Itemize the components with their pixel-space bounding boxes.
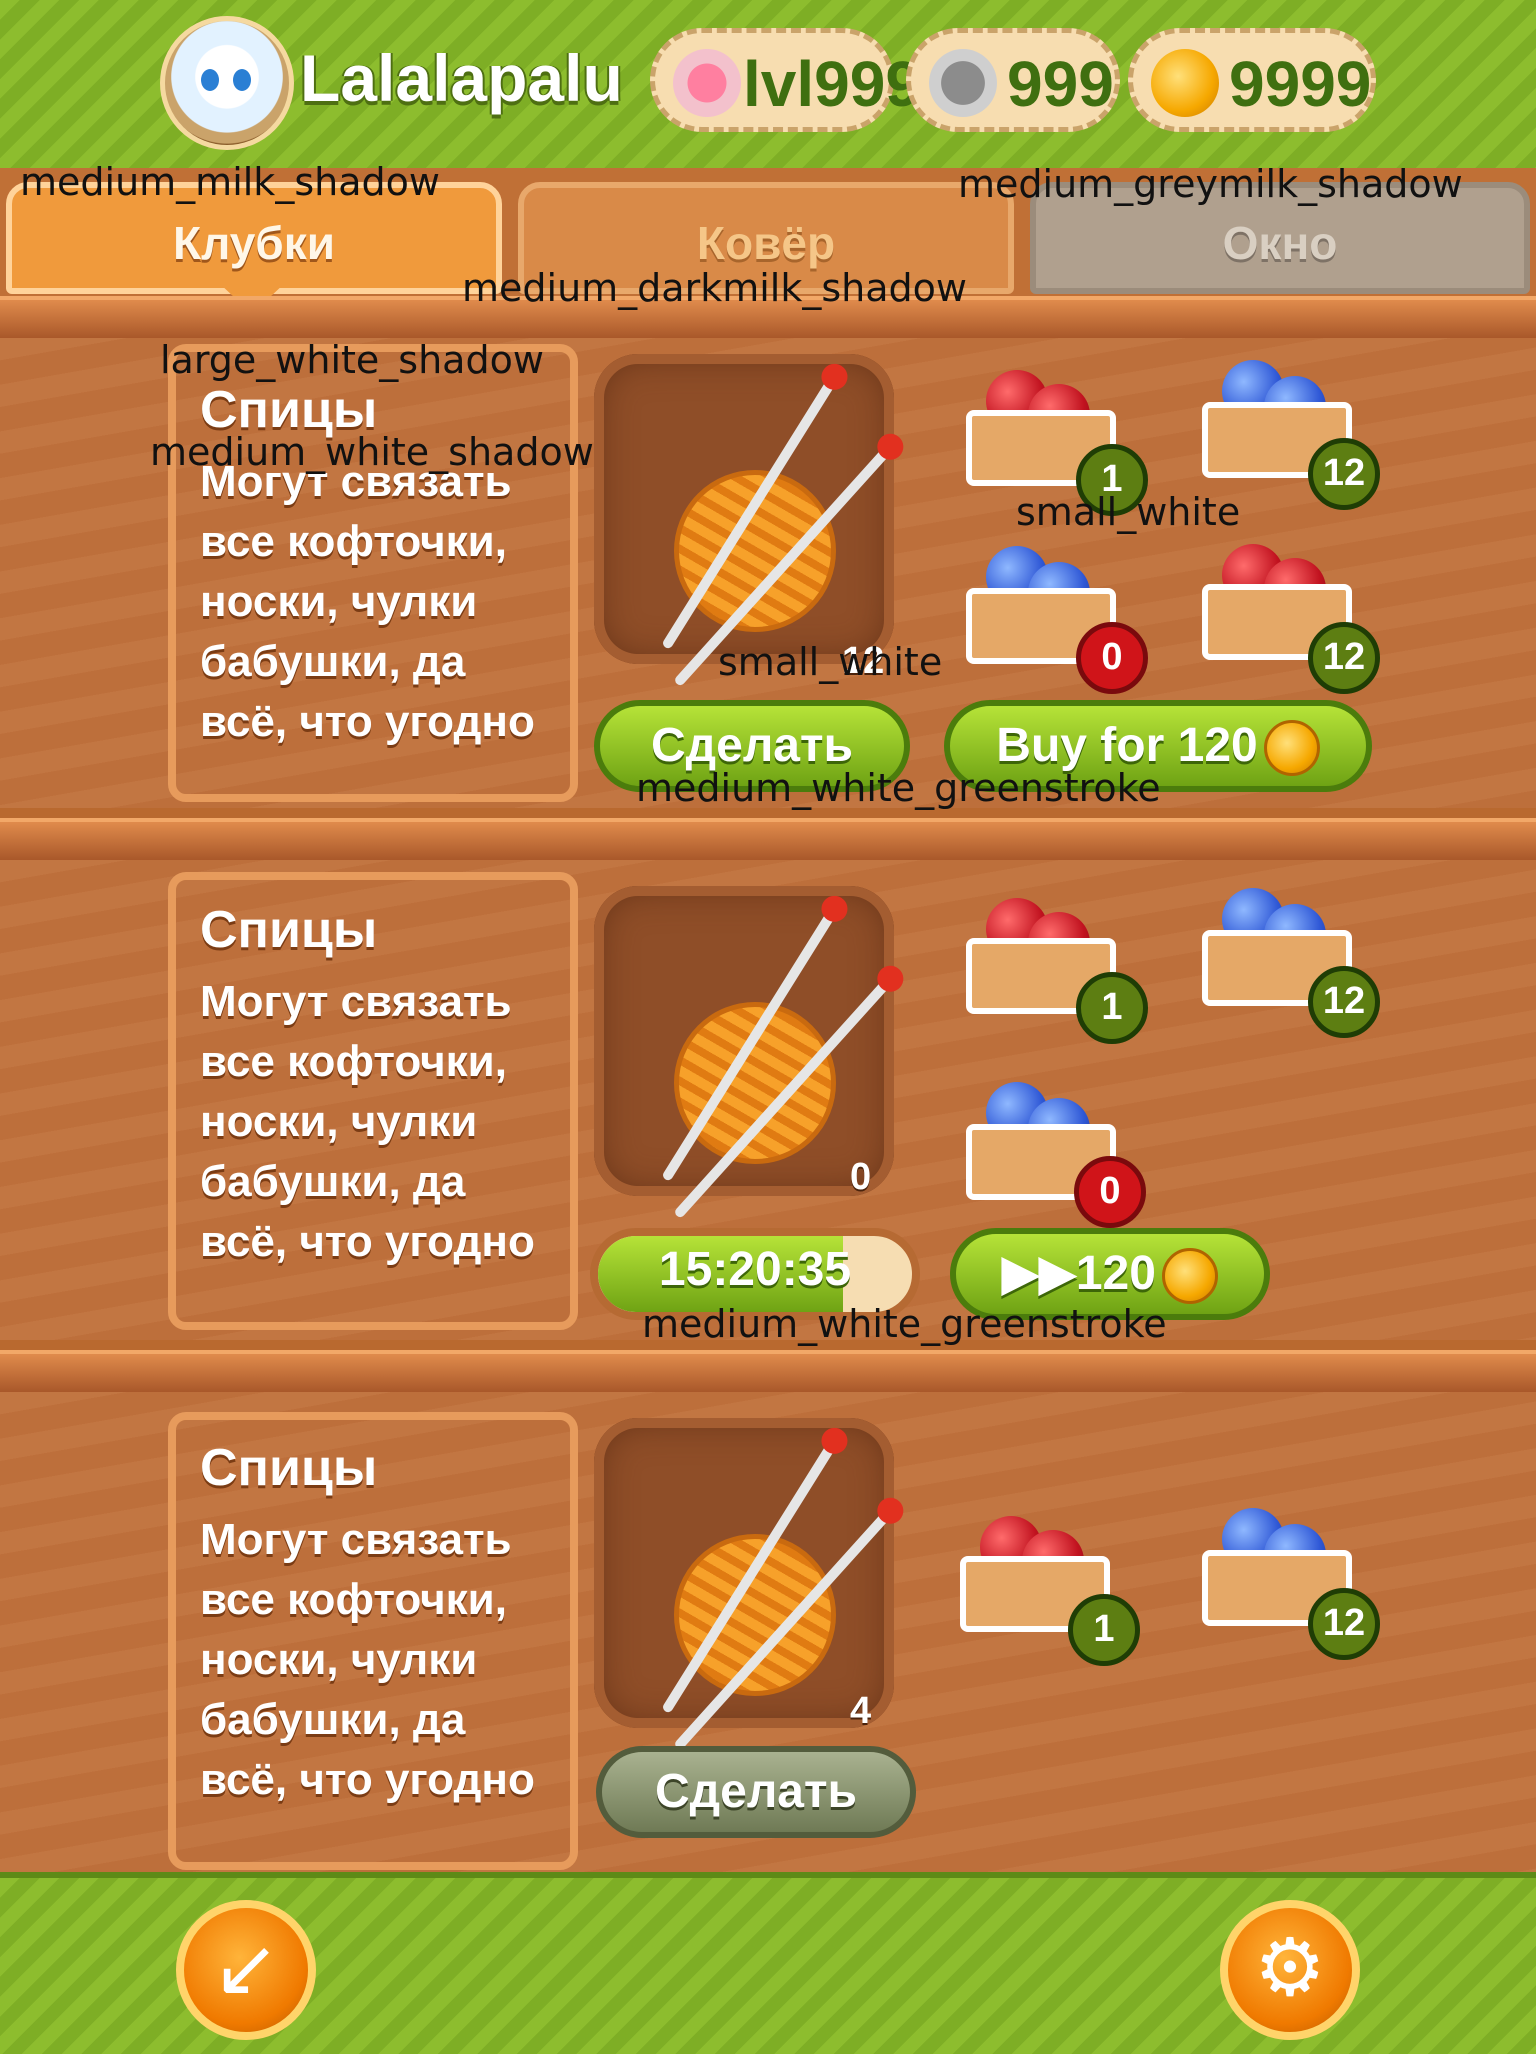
- material-red-yarn[interactable]: 12: [1192, 524, 1380, 694]
- description-line: все кофточки,: [200, 1575, 507, 1624]
- make-button-disabled[interactable]: Сделать: [596, 1746, 916, 1838]
- avatar[interactable]: [160, 16, 294, 150]
- material-blue-mouse[interactable]: 12: [1192, 870, 1380, 1038]
- description-line: бабушки, да: [200, 1157, 466, 1206]
- mouse-icon: [929, 49, 997, 117]
- overlay-label-slotcount: small_white: [718, 640, 943, 684]
- recipe-card: Спицы Могут связать все кофточки, носки,…: [0, 860, 1536, 1340]
- shelf-divider: [0, 1350, 1536, 1396]
- username: Lalalapalu: [300, 41, 623, 115]
- material-blue-mouse[interactable]: 0: [956, 1064, 1146, 1228]
- material-count-badge: 12: [1308, 966, 1380, 1038]
- description-line: Могут связать: [200, 1515, 512, 1564]
- back-button[interactable]: ↙: [176, 1900, 316, 2040]
- description-line: всё, что угодно: [200, 697, 535, 746]
- recipe-title: Спицы: [200, 901, 378, 959]
- tab-label: Окно: [1222, 217, 1338, 269]
- material-blue-mouse[interactable]: 12: [1192, 1490, 1380, 1660]
- back-arrow-icon: ↙: [212, 1921, 280, 2014]
- material-count-badge: 12: [1308, 1588, 1380, 1660]
- overlay-label-button2: medium_white_greenstroke: [642, 1302, 1167, 1346]
- coin-icon: [1151, 49, 1219, 117]
- top-bar: Lalalapalu lvl999 999 9999: [0, 0, 1536, 174]
- overlay-label-badge: small_white: [1016, 490, 1241, 534]
- description-line: носки, чулки: [200, 1097, 478, 1146]
- overlay-label-tab1: medium_milk_shadow: [20, 160, 440, 204]
- description-line: носки, чулки: [200, 577, 478, 626]
- overlay-label-tab3: medium_greymilk_shadow: [958, 162, 1463, 206]
- coin-icon: [1161, 1248, 1218, 1305]
- level-value: lvl999: [743, 48, 921, 120]
- material-blue-mouse[interactable]: 12: [1192, 342, 1380, 510]
- description-line: все кофточки,: [200, 1037, 507, 1086]
- avatar-eye-left: [201, 69, 219, 91]
- overlay-label-title: large_white_shadow: [160, 338, 544, 382]
- timer-text: 15:20:35: [658, 1243, 852, 1296]
- recipe-card: Спицы Могут связать все кофточки, носки,…: [0, 338, 1536, 808]
- recipe-description: Могут связать все кофточки, носки, чулки…: [200, 452, 560, 752]
- material-count-badge: 0: [1076, 622, 1148, 694]
- material-red-yarn[interactable]: 1: [956, 350, 1148, 516]
- product-count: 0: [850, 1156, 872, 1198]
- mice-counter[interactable]: 999: [906, 28, 1120, 132]
- avatar-eye-right: [233, 69, 251, 91]
- product-count: 4: [850, 1690, 872, 1732]
- tab-label: Ковёр: [696, 217, 836, 269]
- product-slot[interactable]: 0: [594, 886, 909, 1220]
- overlay-label-tab2: medium_darkmilk_shadow: [462, 266, 967, 310]
- settings-button[interactable]: ⚙: [1220, 1900, 1360, 2040]
- gear-icon: ⚙: [1254, 1921, 1326, 2014]
- recipe-description: Могут связать все кофточки, носки, чулки…: [200, 972, 560, 1272]
- product-slot[interactable]: 4: [594, 1418, 909, 1752]
- description-line: всё, что угодно: [200, 1217, 535, 1266]
- recipe-title: Спицы: [200, 1439, 378, 1497]
- recipe-card: Спицы Могут связать все кофточки, носки,…: [0, 1392, 1536, 1872]
- material-count-badge: 12: [1308, 438, 1380, 510]
- material-red-yarn[interactable]: 1: [956, 878, 1148, 1044]
- tab-label: Клубки: [173, 217, 335, 269]
- material-blue-mouse[interactable]: 0: [956, 528, 1148, 694]
- mice-value: 999: [1007, 48, 1114, 120]
- description-line: всё, что угодно: [200, 1755, 535, 1804]
- material-count-badge: 1: [1076, 972, 1148, 1044]
- bottom-bar: ↙ ⚙: [0, 1872, 1536, 2054]
- description-line: носки, чулки: [200, 1635, 478, 1684]
- description-line: Могут связать: [200, 977, 512, 1026]
- shelf-divider: [0, 818, 1536, 864]
- product-slot[interactable]: 12: [594, 354, 909, 688]
- paw-icon: [673, 49, 741, 117]
- description-line: все кофточки,: [200, 517, 507, 566]
- level-counter[interactable]: lvl999: [650, 28, 921, 132]
- coin-icon: [1263, 720, 1320, 777]
- material-red-yarn[interactable]: 1: [950, 1496, 1140, 1666]
- recipe-description: Могут связать все кофточки, носки, чулки…: [200, 1510, 560, 1810]
- material-count-badge: 1: [1068, 1594, 1140, 1666]
- material-count-badge: 0: [1074, 1156, 1146, 1228]
- buy-button-label: Buy for 120: [996, 719, 1258, 772]
- overlay-label-button1: medium_white_greenstroke: [636, 766, 1161, 810]
- material-count-badge: 12: [1308, 622, 1380, 694]
- coins-counter[interactable]: 9999: [1128, 28, 1376, 132]
- skip-button-label: ▶▶120: [1002, 1247, 1156, 1300]
- coins-value: 9999: [1229, 48, 1372, 120]
- description-line: бабушки, да: [200, 1695, 466, 1744]
- description-line: бабушки, да: [200, 637, 466, 686]
- overlay-label-desc: medium_white_shadow: [150, 430, 594, 474]
